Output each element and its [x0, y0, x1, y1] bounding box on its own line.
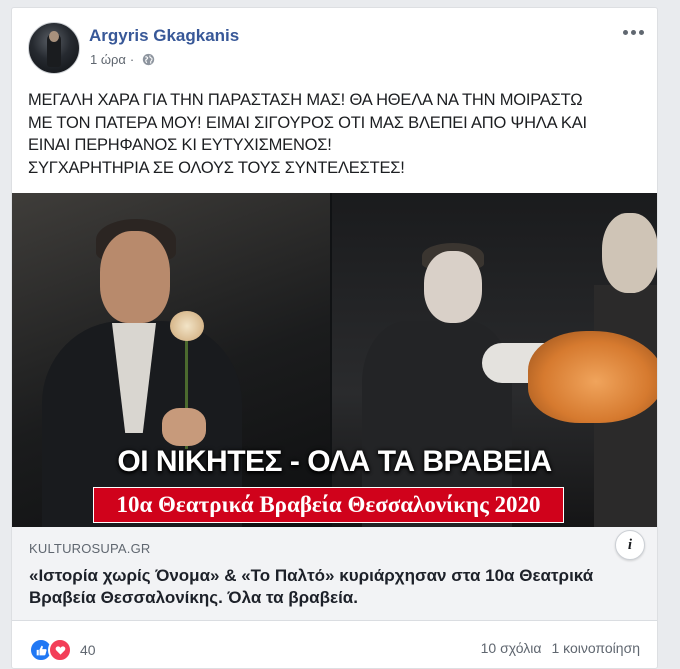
post-text-line: ΜΕ ΤΟΝ ΠΑΤΕΡΑ ΜΟΥ! ΕΙΜΑΙ ΣΙΓΟΥΡΟΣ ΟΤΙ ΜΑ…	[28, 113, 587, 132]
post-text-line: ΜΕΓΑΛΗ ΧΑΡΑ ΓΙΑ ΤΗΝ ΠΑΡΑΣΤΑΣΗ ΜΑΣ! ΘΑ ΗΘ…	[28, 91, 583, 109]
fur-prop	[528, 331, 657, 423]
post-meta: 1 ώρα ·	[90, 52, 155, 67]
link-preview[interactable]: KULTUROSUPA.GR «Ιστορία χωρίς Όνομα» & «…	[12, 527, 657, 621]
post-text-line: ΣΥΓΧΑΡΗΤΗΡΙΑ ΣΕ ΟΛΟΥΣ ΤΟΥΣ ΣΥΝΤΕΛΕΣΤΕΣ!	[28, 158, 405, 177]
info-icon[interactable]: i	[615, 530, 645, 560]
actor2-face	[424, 251, 482, 323]
post-stats: 10 σχόλια 1 κοινοποίηση	[481, 640, 640, 656]
link-title[interactable]: «Ιστορία χωρίς Όνομα» & «Το Παλτό» κυριά…	[29, 565, 629, 609]
comments-count[interactable]: 10 σχόλια	[481, 640, 542, 656]
post-time[interactable]: 1 ώρα	[90, 52, 126, 67]
author-avatar[interactable]	[28, 22, 80, 74]
post-text: ΜΕΓΑΛΗ ΧΑΡΑ ΓΙΑ ΤΗΝ ΠΑΡΑΣΤΑΣΗ ΜΑΣ! ΘΑ ΗΘ…	[28, 89, 653, 179]
image-headline: ΟΙ ΝΙΚΗΤΕΣ - ΟΛΑ ΤΑ ΒΡΑΒΕΙΑ	[117, 445, 552, 478]
link-domain: KULTUROSUPA.GR	[29, 541, 151, 556]
globe-icon[interactable]	[142, 53, 155, 66]
avatar-face	[49, 31, 59, 42]
reaction-count: 40	[80, 642, 96, 658]
reaction-summary[interactable]: 40	[29, 638, 96, 662]
actor-hand	[162, 408, 206, 446]
love-icon	[48, 638, 72, 662]
more-icon[interactable]	[619, 22, 647, 42]
post-card: Argyris Gkagkanis 1 ώρα · ΜΕΓΑΛΗ ΧΑΡΑ ΓΙ…	[11, 7, 658, 669]
post-text-line: ΕΙΝΑΙ ΠΕΡΗΦΑΝΟΣ ΚΙ ΕΥΤΥΧΙΣΜΕΝΟΣ!	[28, 136, 332, 154]
image-banner: 10α Θεατρικά Βραβεία Θεσσαλονίκης 2020	[93, 487, 564, 523]
actor3-face	[602, 213, 657, 293]
rose	[170, 311, 204, 341]
author-name[interactable]: Argyris Gkagkanis	[89, 26, 239, 46]
actor-face	[100, 231, 170, 323]
post-image[interactable]: ΟΙ ΝΙΚΗΤΕΣ - ΟΛΑ ΤΑ ΒΡΑΒΕΙΑ 10α Θεατρικά…	[12, 193, 657, 527]
shares-count[interactable]: 1 κοινοποίηση	[551, 640, 640, 656]
